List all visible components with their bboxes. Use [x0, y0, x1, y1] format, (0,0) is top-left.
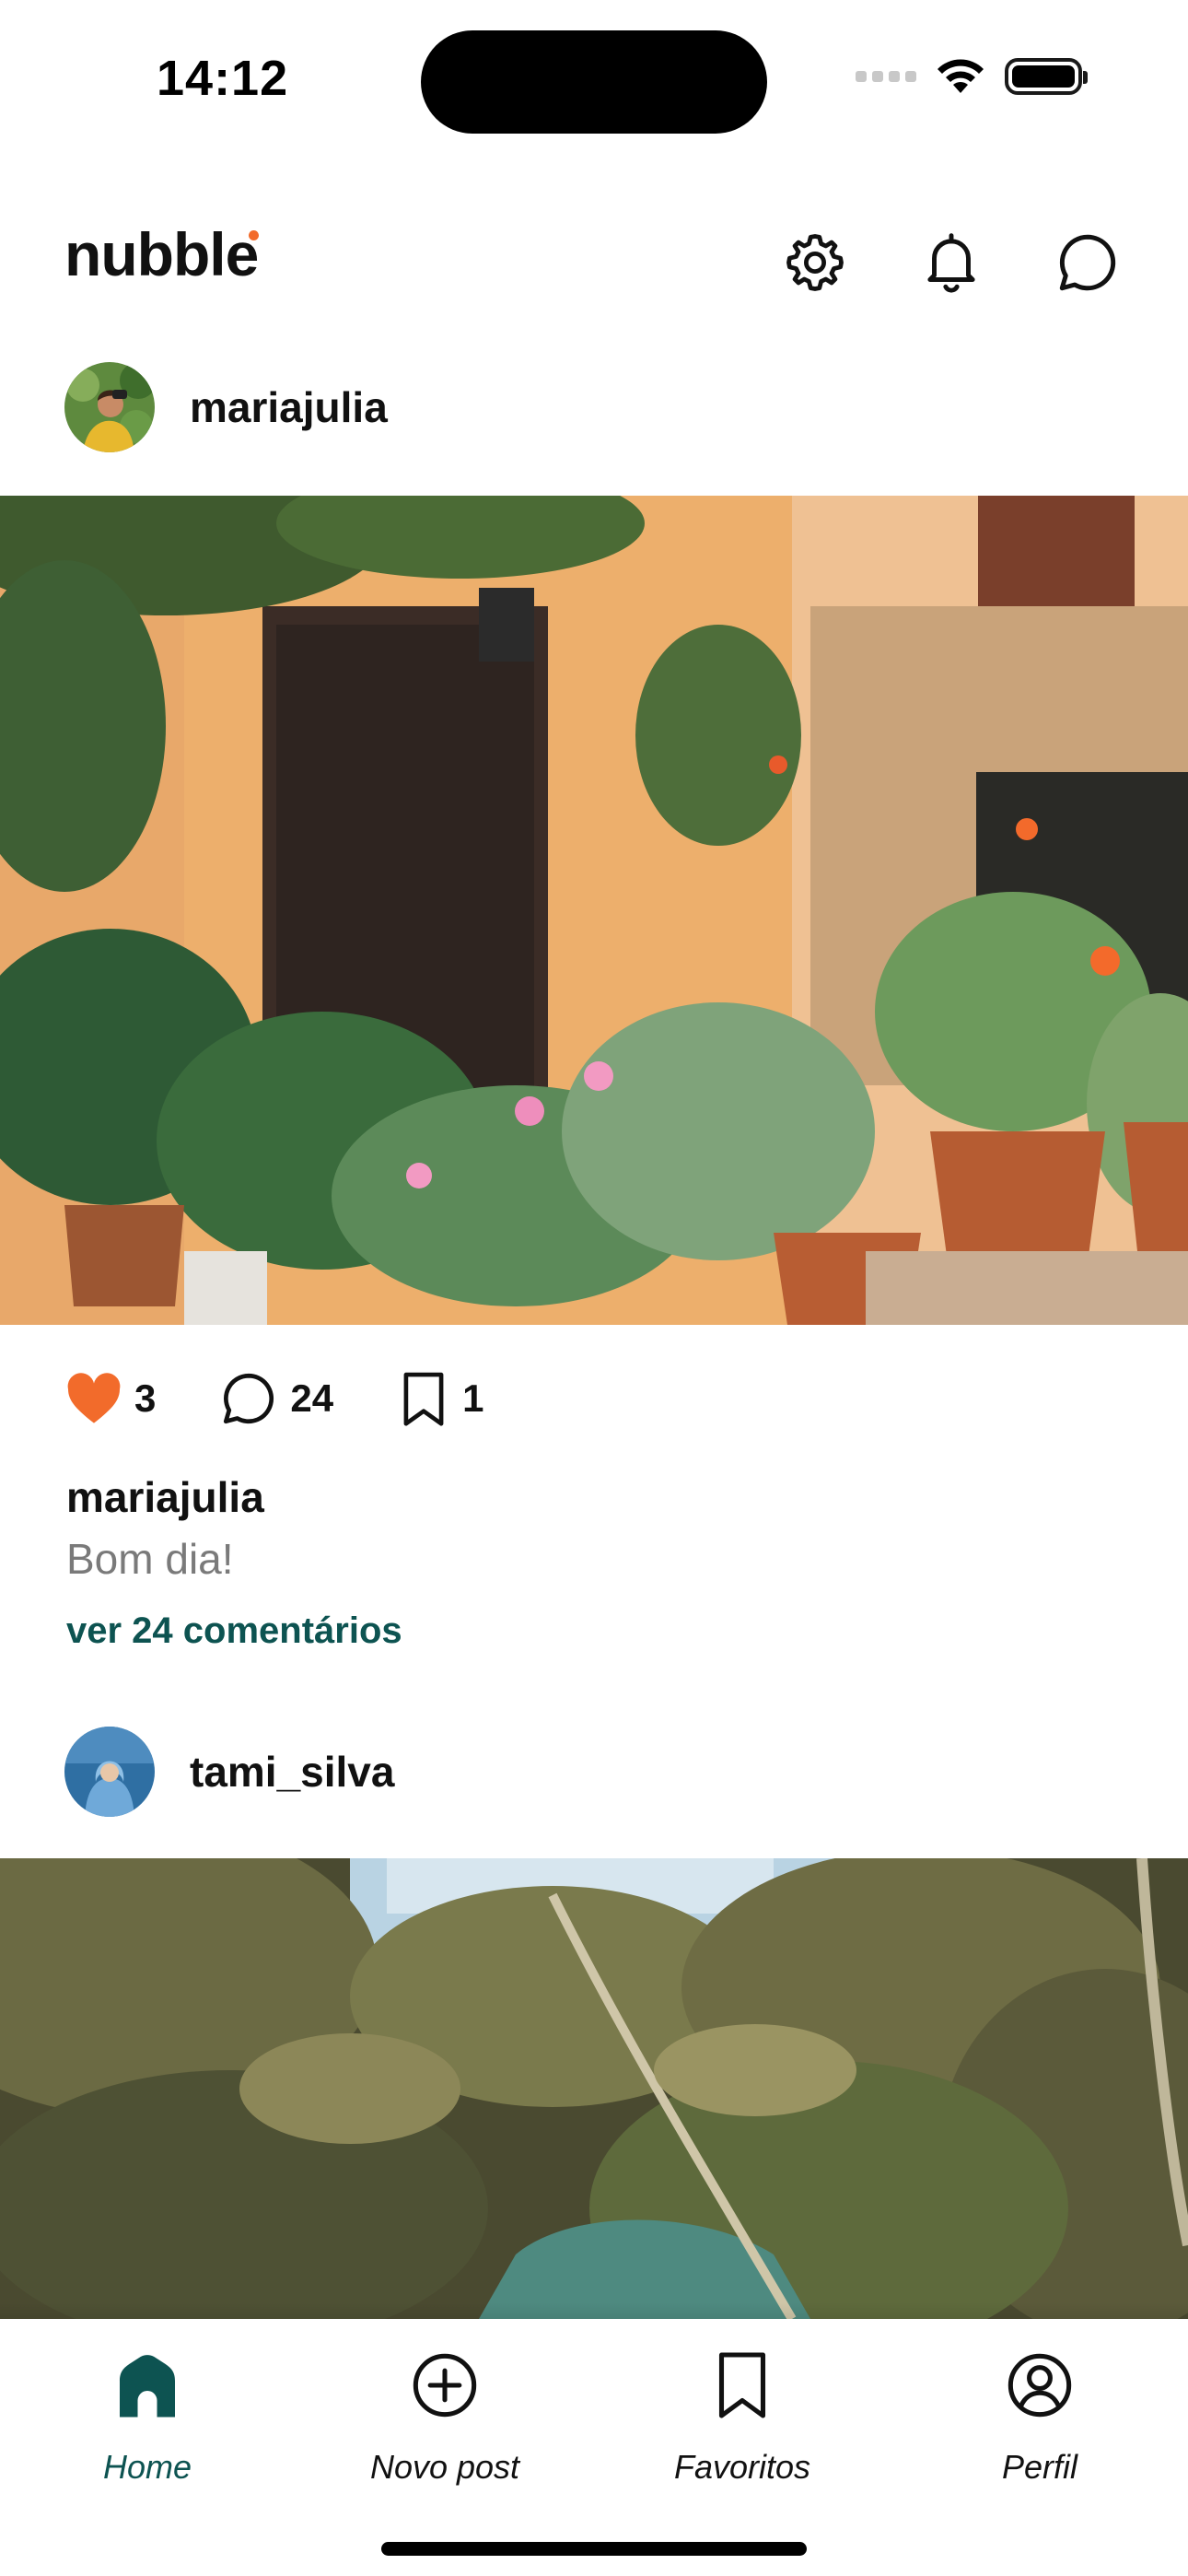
logo-dot: [249, 230, 259, 240]
house-plants-photo: [0, 496, 1188, 1325]
author-name[interactable]: tami_silva: [190, 1747, 394, 1797]
comment-count: 24: [290, 1376, 334, 1420]
comment-icon: [224, 1373, 274, 1424]
avatar[interactable]: [64, 362, 155, 452]
post-actions: 3 24 1: [64, 1362, 483, 1435]
status-time: 14:12: [157, 51, 289, 106]
status-icons: [856, 53, 1088, 100]
settings-button[interactable]: [779, 227, 851, 299]
post-author[interactable]: tami_silva: [64, 1727, 394, 1817]
cellular-signal-icon: [856, 71, 916, 82]
caption-author[interactable]: mariajulia: [66, 1472, 264, 1522]
tab-label: Home: [102, 2448, 192, 2486]
dynamic-island: [421, 30, 767, 134]
bookmark-icon: [403, 1372, 444, 1426]
tab-label: Favoritos: [673, 2448, 811, 2486]
gear-icon: [786, 234, 844, 291]
like-count: 3: [134, 1376, 157, 1420]
tab-home[interactable]: Home: [37, 2347, 258, 2487]
tab-profile[interactable]: Perfil: [929, 2347, 1150, 2487]
plus-circle-icon: [406, 2347, 483, 2424]
battery-icon: [1005, 58, 1088, 95]
favorite-button[interactable]: 1: [396, 1368, 483, 1429]
post-image[interactable]: [0, 496, 1188, 1325]
app-screen: 14:12 nubble mariajulia 3 24 1 mariajuli…: [0, 0, 1188, 2576]
home-icon: [109, 2347, 186, 2424]
heart-icon: [67, 1373, 121, 1423]
palm-trees-photo: [0, 1858, 1188, 2319]
bookmark-icon: [704, 2347, 781, 2424]
header-actions: [779, 227, 1124, 299]
wifi-icon: [938, 59, 984, 93]
post-author[interactable]: mariajulia: [64, 362, 388, 452]
tab-new-post[interactable]: Novo post: [334, 2347, 555, 2487]
tab-bar-shadow: [0, 2302, 1188, 2319]
caption-text: Bom dia!: [66, 1535, 234, 1583]
chat-bubble-icon: [1059, 234, 1116, 291]
profile-icon: [1001, 2347, 1078, 2424]
avatar-image: [64, 1727, 155, 1817]
favorite-count: 1: [462, 1376, 484, 1420]
notifications-button[interactable]: [915, 227, 987, 299]
bell-icon: [927, 233, 975, 293]
app-header: nubble: [0, 193, 1188, 332]
like-button[interactable]: 3: [64, 1371, 156, 1426]
author-name[interactable]: mariajulia: [190, 382, 388, 432]
post-image[interactable]: [0, 1858, 1188, 2319]
avatar[interactable]: [64, 1727, 155, 1817]
app-logo: nubble: [64, 220, 259, 288]
tab-label: Perfil: [1001, 2448, 1078, 2486]
bottom-tab-bar: Home Novo post Favoritos Perfil: [0, 2302, 1188, 2576]
status-bar: 14:12: [0, 0, 1188, 161]
home-indicator[interactable]: [381, 2542, 807, 2556]
view-comments-link[interactable]: ver 24 comentários: [66, 1610, 402, 1652]
tab-favorites[interactable]: Favoritos: [632, 2347, 853, 2487]
tab-label: Novo post: [369, 2448, 520, 2486]
avatar-image: [64, 362, 155, 452]
comment-button[interactable]: 24: [218, 1368, 333, 1429]
messages-button[interactable]: [1052, 227, 1124, 299]
